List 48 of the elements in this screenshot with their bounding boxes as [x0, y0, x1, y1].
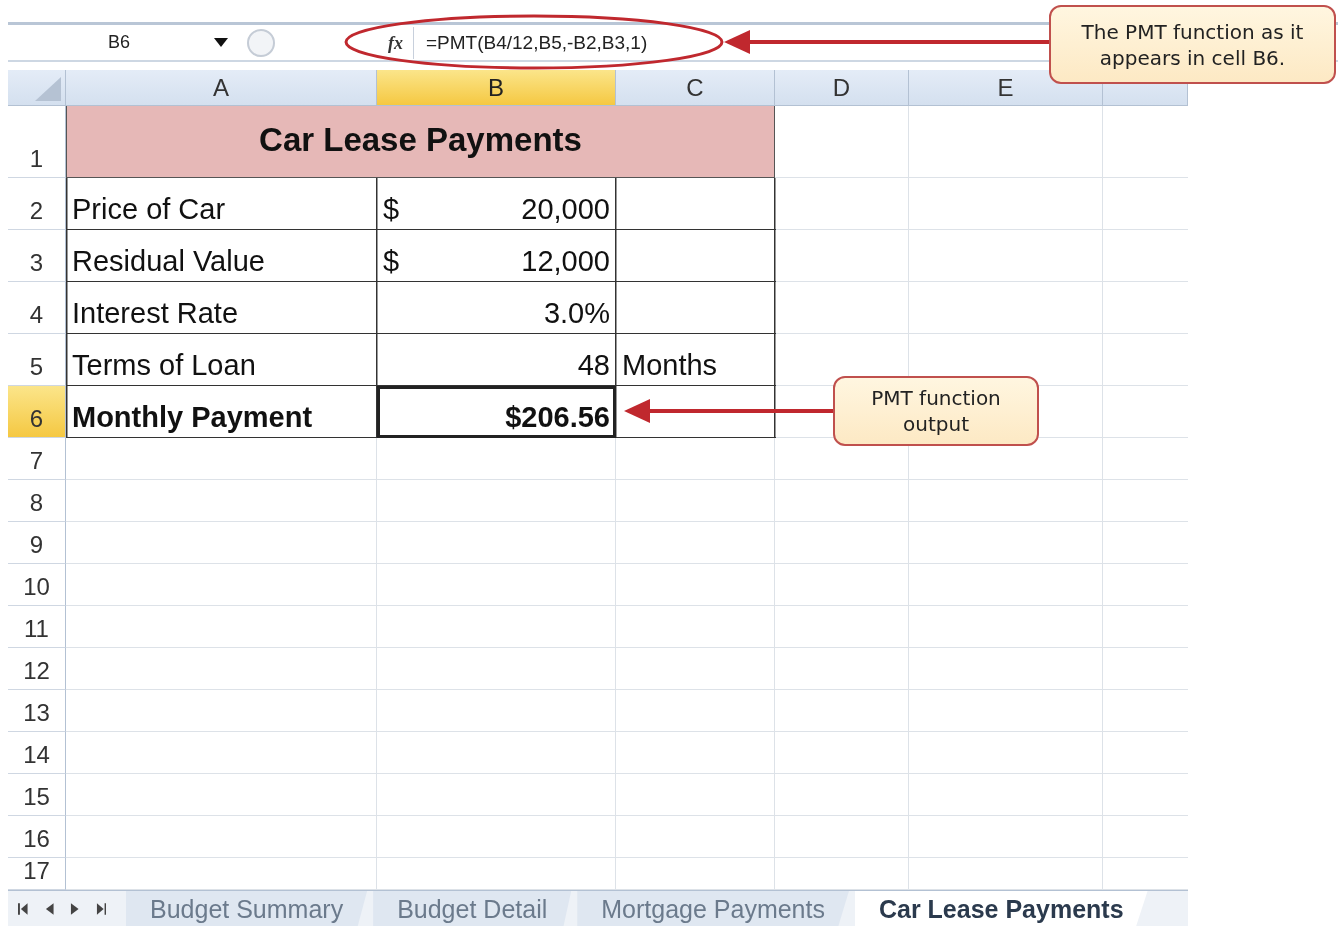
column-header[interactable]: E [909, 70, 1103, 106]
sheet-tab[interactable]: Budget Detail [373, 891, 572, 926]
column-header[interactable]: B [377, 70, 616, 106]
row-header[interactable]: 8 [8, 480, 66, 522]
title-cell: Car Lease Payments [66, 106, 775, 178]
name-box[interactable]: B6 [108, 32, 214, 53]
dropdown-icon[interactable] [214, 38, 228, 47]
sheet-tab[interactable]: Budget Summary [126, 891, 368, 926]
last-sheet-icon[interactable] [94, 903, 106, 915]
row-header[interactable]: 11 [8, 606, 66, 648]
row-header[interactable]: 16 [8, 816, 66, 858]
callout-tooltip: PMT function output [833, 376, 1039, 446]
row-header[interactable]: 6 [8, 386, 66, 438]
row-header[interactable]: 13 [8, 690, 66, 732]
table-cell: 20,000 [521, 193, 610, 226]
row-header[interactable]: 12 [8, 648, 66, 690]
row-header[interactable]: 15 [8, 774, 66, 816]
row-header[interactable]: 4 [8, 282, 66, 334]
sheet-tab[interactable]: Mortgage Payments [577, 891, 849, 926]
row-header[interactable]: 1 [8, 106, 66, 178]
row-header[interactable]: 5 [8, 334, 66, 386]
column-header[interactable]: D [775, 70, 909, 106]
column-header[interactable]: A [66, 70, 377, 106]
row-header[interactable]: 9 [8, 522, 66, 564]
column-header[interactable]: C [616, 70, 775, 106]
table-cell-text: Price of Car [71, 192, 227, 227]
row-header[interactable]: 17 [8, 858, 66, 890]
table-cell-text: 3.0% [542, 296, 611, 331]
table-cell: $206.56 [377, 386, 616, 438]
callout-tooltip: The PMT function as it appears in cell B6. [1049, 5, 1336, 84]
next-sheet-icon[interactable] [69, 903, 81, 915]
formula-field[interactable]: =PMT(B4/12,B5,-B2,B3,1) [426, 31, 648, 54]
sheet-tab[interactable]: Car Lease Payments [854, 891, 1148, 926]
table-cell-text: Interest Rate [71, 296, 240, 331]
table-cell-text: Residual Value [71, 244, 266, 279]
row-header[interactable]: 2 [8, 178, 66, 230]
row-header[interactable]: 14 [8, 732, 66, 774]
currency-symbol: $ [383, 193, 400, 226]
table-cell-text: 48 [576, 348, 611, 383]
row-header[interactable]: 3 [8, 230, 66, 282]
row-header[interactable]: 7 [8, 438, 66, 480]
row-header[interactable]: 10 [8, 564, 66, 606]
table-cell-text: Terms of Loan [71, 348, 257, 383]
table-cell-text: Months [621, 348, 719, 383]
table-cell-text: Monthly Payment [71, 400, 314, 435]
table-cell: 12,000 [521, 245, 610, 278]
currency-symbol: $ [383, 245, 400, 278]
first-sheet-icon[interactable] [18, 903, 30, 915]
